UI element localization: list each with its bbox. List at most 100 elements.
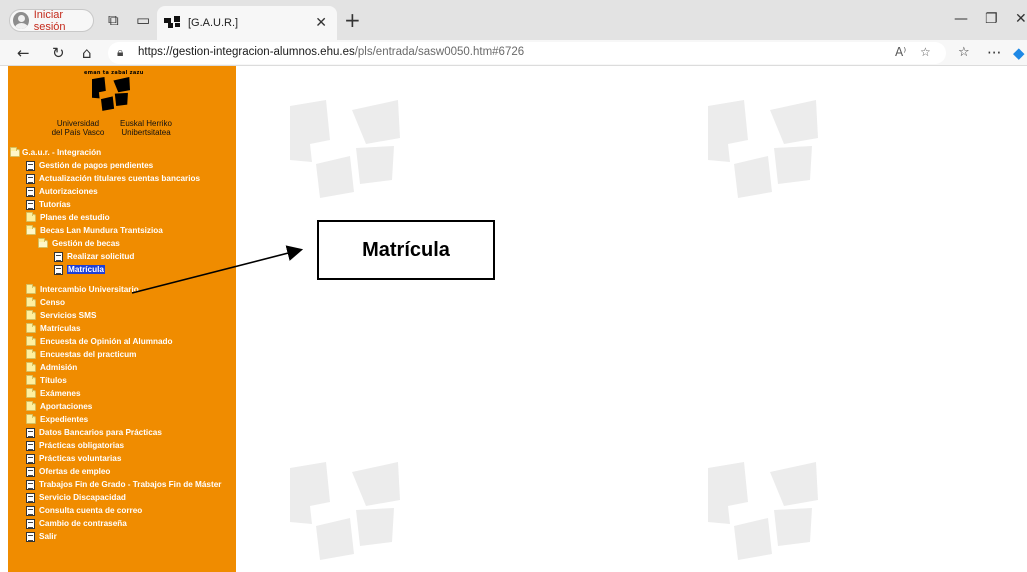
sign-in-label: Iniciar sesión [33,8,66,33]
folder-icon [26,361,36,372]
folder-icon [26,348,36,359]
document-icon [54,264,63,275]
tree-item-titulos[interactable]: Títulos [26,374,67,387]
tree-item-planes-estudio[interactable]: Planes de estudio [26,211,110,224]
tree-item-cambio-contrasena[interactable]: Cambio de contraseña [26,517,127,530]
tree-item-expedientes[interactable]: Expedientes [26,413,88,426]
new-tab-button[interactable]: + [344,8,361,32]
back-icon[interactable]: ← [17,43,30,63]
university-name-eu: Euskal Herriko Unibertsitatea [119,119,172,137]
copilot-icon[interactable]: ◆ [1013,43,1025,63]
favorite-star-icon[interactable]: ☆ [920,45,931,59]
watermark-logo-icon [708,100,818,198]
tree-item-gestion-becas[interactable]: Gestión de becas [38,237,120,250]
favorites-icon[interactable]: ☆ [958,43,970,63]
tree-item-admision[interactable]: Admisión [26,361,77,374]
annotation-callout-label: Matrícula [362,238,450,261]
address-bar[interactable]: 🔒︎ https://gestion-integracion-alumnos.e… [108,42,946,64]
university-name-es: Universidad del País Vasco [51,119,105,137]
watermark-logo-icon [708,462,818,560]
document-icon [26,173,35,184]
lock-icon[interactable]: 🔒︎ [117,45,123,60]
folder-icon [26,413,36,424]
folder-icon [26,335,36,346]
tree-item-datos-bancarios[interactable]: Datos Bancarios para Prácticas [26,426,162,439]
document-icon [26,531,35,542]
document-icon [26,466,35,477]
watermark-logo-icon [290,462,400,560]
tree-item-practicas-voluntarias[interactable]: Prácticas voluntarias [26,452,121,465]
tab-actions-icon[interactable]: ▭ [136,11,150,29]
tree-item-autorizaciones[interactable]: Autorizaciones [26,185,98,198]
document-icon [26,440,35,451]
address-toolbar: ← ↻ ⌂ 🔒︎ https://gestion-integracion-alu… [0,40,1027,66]
document-icon [26,160,35,171]
tree-item-becas-lan-mundura[interactable]: Becas Lan Mundura Trantsizioa [26,224,163,237]
tree-item-actualizacion-titulares[interactable]: Actualización titulares cuentas bancario… [26,172,200,185]
tree-item-trabajos-fin[interactable]: Trabajos Fin de Grado - Trabajos Fin de … [26,478,221,491]
tab-title: [G.A.U.R.] [188,17,239,29]
document-icon [26,199,35,210]
tree-item-consulta-correo[interactable]: Consulta cuenta de correo [26,504,142,517]
tree-root-label: G.a.u.r. - Integración [22,148,102,157]
refresh-icon[interactable]: ↻ [52,43,65,63]
tree-item-realizar-solicitud[interactable]: Realizar solicitud [54,250,134,263]
minimize-window-icon[interactable]: — [954,10,968,28]
folder-icon [26,322,36,333]
page-content: eman ta zabal zazu Universidad del País V… [0,66,1027,572]
tree-item-matriculas[interactable]: Matrículas [26,322,81,335]
tree-item-practicas-obligatorias[interactable]: Prácticas obligatorias [26,439,124,452]
folder-open-icon [38,237,48,248]
logo-motto: eman ta zabal zazu [84,70,144,76]
close-window-icon[interactable]: ✕ [1015,10,1027,28]
close-tab-icon[interactable]: ✕ [315,15,327,31]
folder-open-icon [10,146,20,157]
tree-item-encuesta-opinion[interactable]: Encuesta de Opinión al Alumnado [26,335,173,348]
document-icon [26,479,35,490]
profile-avatar-icon [13,12,29,29]
navigation-sidebar: eman ta zabal zazu Universidad del País V… [8,66,236,572]
browser-tab-active[interactable]: [G.A.U.R.] ✕ [157,6,337,40]
read-aloud-icon[interactable]: A⁾ [895,45,906,59]
home-icon[interactable]: ⌂ [82,43,92,63]
ehu-favicon-icon [164,16,182,30]
folder-icon [26,211,36,222]
document-icon [26,505,35,516]
tree-item-aportaciones[interactable]: Aportaciones [26,400,92,413]
folder-icon [26,374,36,385]
document-icon [26,427,35,438]
document-icon [54,251,63,262]
folder-open-icon [26,224,36,235]
folder-icon [26,283,36,294]
folder-icon [26,387,36,398]
tree-item-servicio-discapacidad[interactable]: Servicio Discapacidad [26,491,126,504]
folder-icon [26,296,36,307]
tree-item-tutorias[interactable]: Tutorías [26,198,71,211]
tree-item-encuestas-practicum[interactable]: Encuestas del practicum [26,348,136,361]
tree-item-censo[interactable]: Censo [26,296,65,309]
tree-root[interactable]: G.a.u.r. - Integración [10,146,101,159]
tree-item-matricula-selected[interactable]: Matrícula [54,263,105,276]
workspaces-icon[interactable]: ⧉ [108,11,119,29]
document-icon [26,186,35,197]
tree-item-gestion-pagos[interactable]: Gestión de pagos pendientes [26,159,153,172]
folder-icon [26,400,36,411]
restore-window-icon[interactable]: ❐ [985,10,998,28]
tree-item-intercambio[interactable]: Intercambio Universitario [26,283,139,296]
tree-item-servicios-sms[interactable]: Servicios SMS [26,309,96,322]
watermark-logo-icon [290,100,400,198]
tree-item-examenes[interactable]: Exámenes [26,387,81,400]
document-icon [26,453,35,464]
url-text: https://gestion-integracion-alumnos.ehu.… [138,46,525,58]
more-options-icon[interactable]: ··· [987,43,1001,63]
annotation-callout: Matrícula [317,220,495,280]
folder-icon [26,309,36,320]
ehu-logo-icon [92,77,130,111]
university-logo: eman ta zabal zazu Universidad del País V… [8,66,236,146]
tab-bar: Iniciar sesión ⧉ ▭ [G.A.U.R.] ✕ + — ❐ ✕ [0,0,1027,40]
document-icon [26,492,35,503]
tree-item-ofertas-empleo[interactable]: Ofertas de empleo [26,465,110,478]
tree-item-salir[interactable]: Salir [26,530,57,543]
sign-in-button[interactable]: Iniciar sesión [9,8,94,33]
document-icon [26,518,35,529]
